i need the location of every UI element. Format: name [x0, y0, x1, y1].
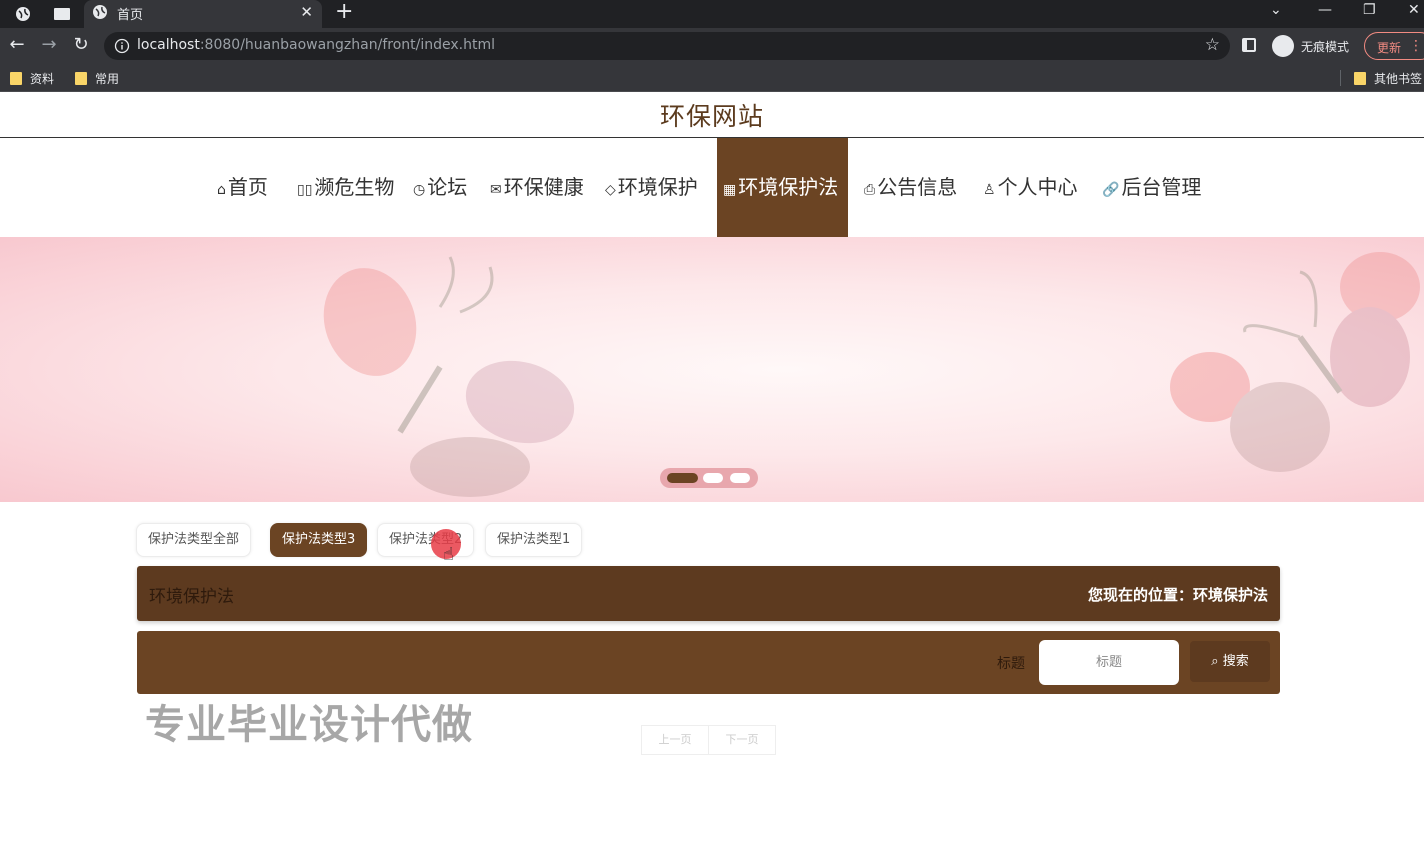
- next-page-button[interactable]: 下一页: [708, 726, 775, 754]
- browser-toolbar: ← → ↻ localhost:8080/huanbaowangzhan/fro…: [0, 28, 1424, 64]
- tab-close-icon[interactable]: ✕: [300, 3, 313, 21]
- nav-home[interactable]: ⌂ 首页: [217, 138, 268, 237]
- search-bar: 标题 ⌕ 搜索: [137, 631, 1280, 694]
- tab-favicon-icon: [92, 4, 110, 22]
- new-tab-icon[interactable]: +: [335, 0, 353, 24]
- carousel-indicators: [660, 468, 758, 488]
- filter-type-1[interactable]: 保护法类型1: [485, 523, 583, 557]
- tab-search-chevron-icon[interactable]: ⌄: [1270, 2, 1282, 18]
- filter-all[interactable]: 保护法类型全部: [136, 523, 252, 557]
- browser-tab-strip: 首页 ✕ + ⌄ — ❐ ✕: [0, 0, 1424, 28]
- search-button-label: 搜索: [1222, 654, 1249, 669]
- butterfly-illustration: [323, 252, 1420, 497]
- section-title: 环境保护法: [149, 587, 234, 607]
- prev-page-button[interactable]: 上一页: [642, 726, 708, 754]
- current-location: 您现在的位置：环境保护法: [1087, 586, 1268, 604]
- back-icon[interactable]: ←: [6, 34, 28, 56]
- browser-globe-icon[interactable]: [13, 4, 33, 24]
- main-nav: ⌂ 首页 ▯▯ 濒危生物 ◷ 论坛 ✉ 环保健康 ◇ 环境保护 ▦ 环境保护法 ⎙ 公告信息 …: [0, 138, 1424, 237]
- carousel-dot-1[interactable]: [667, 473, 698, 483]
- side-panel-icon[interactable]: [1242, 38, 1256, 52]
- bookmarks-bar: 资料 常用 其他书签: [0, 64, 1424, 92]
- nav-env-law[interactable]: ▦ 环境保护法: [717, 138, 848, 237]
- tab-title: 首页: [117, 8, 144, 23]
- nav-forum[interactable]: ◷ 论坛: [413, 138, 467, 237]
- species-icon: ▯▯: [297, 182, 313, 198]
- search-button[interactable]: ⌕ 搜索: [1190, 641, 1270, 682]
- nav-label: 首页: [227, 175, 268, 199]
- nav-announcements[interactable]: ⎙ 公告信息: [864, 138, 957, 237]
- folder-icon: [1354, 72, 1366, 85]
- nav-endangered-species[interactable]: ▯▯ 濒危生物: [297, 138, 394, 237]
- update-label: 更新: [1377, 41, 1402, 55]
- nav-label: 濒危生物: [314, 175, 395, 199]
- carousel-dot-3[interactable]: [730, 473, 750, 483]
- nav-label: 个人中心: [997, 175, 1078, 199]
- url-path: :8080/huanbaowangzhan/front/index.html: [199, 37, 495, 53]
- printer-icon: ⎙: [864, 182, 876, 198]
- hand-cursor-icon: ☝: [443, 544, 454, 565]
- bookmarks-separator: [1340, 70, 1341, 86]
- search-input[interactable]: [1039, 640, 1179, 685]
- forum-icon: ◷: [413, 182, 426, 198]
- bookmark-label: 资料: [30, 72, 55, 86]
- watermark-text: 专业毕业设计代做: [145, 702, 473, 748]
- pagination: 上一页 下一页: [641, 725, 776, 755]
- nav-eco-health[interactable]: ✉ 环保健康: [490, 138, 584, 237]
- active-tab[interactable]: 首页 ✕: [84, 0, 322, 28]
- folder-icon: [10, 72, 22, 85]
- nav-env-protection[interactable]: ◇ 环境保护: [605, 138, 698, 237]
- reload-icon[interactable]: ↻: [70, 34, 92, 56]
- tag-icon: ◇: [605, 182, 616, 198]
- tab-overview-icon[interactable]: [52, 4, 72, 24]
- nav-label: 论坛: [427, 175, 468, 199]
- bookmark-folder-changyong[interactable]: 常用: [75, 70, 119, 87]
- site-title: 环保网站: [659, 102, 764, 131]
- link-icon: 🔗: [1102, 182, 1120, 198]
- other-bookmarks-folder[interactable]: 其他书签: [1354, 70, 1422, 87]
- site-info-icon[interactable]: [114, 38, 130, 54]
- banner-carousel[interactable]: [0, 237, 1424, 502]
- update-button[interactable]: 更新 ⋮: [1364, 32, 1424, 60]
- forward-icon[interactable]: →: [38, 34, 60, 56]
- nav-label: 公告信息: [877, 175, 958, 199]
- url-host: localhost: [137, 37, 200, 53]
- search-label: 标题: [997, 656, 1025, 672]
- site-header: 环保网站: [0, 97, 1424, 138]
- search-icon: ⌕: [1211, 654, 1219, 669]
- carousel-dot-2[interactable]: [703, 473, 723, 483]
- bookmark-star-icon[interactable]: ☆: [1205, 35, 1220, 55]
- bookmark-label: 其他书签: [1374, 72, 1423, 86]
- nav-label: 环境保护: [617, 175, 698, 199]
- nav-label: 后台管理: [1121, 175, 1202, 199]
- nav-user-center[interactable]: ♙ 个人中心: [983, 138, 1078, 237]
- user-icon: ♙: [983, 182, 996, 198]
- url-text: localhost:8080/huanbaowangzhan/front/ind…: [137, 37, 495, 53]
- folder-icon: [75, 72, 87, 85]
- nav-label: 环境保护法: [738, 175, 839, 199]
- nav-admin[interactable]: 🔗 后台管理: [1102, 138, 1201, 237]
- web-page: 环保网站 ⌂ 首页 ▯▯ 濒危生物 ◷ 论坛 ✉ 环保健康 ◇ 环境保护 ▦ 环境保护法 ⎙…: [0, 92, 1424, 848]
- address-bar[interactable]: localhost:8080/huanbaowangzhan/front/ind…: [104, 32, 1230, 60]
- nav-label: 环保健康: [503, 175, 584, 199]
- bookmark-folder-ziliao[interactable]: 资料: [10, 70, 54, 87]
- more-menu-icon[interactable]: ⋮: [1409, 38, 1423, 54]
- restore-icon[interactable]: ❐: [1363, 2, 1376, 18]
- filter-type-3[interactable]: 保护法类型3: [270, 523, 368, 557]
- close-window-icon[interactable]: ✕: [1408, 2, 1420, 18]
- law-icon: ▦: [723, 182, 737, 198]
- bookmark-label: 常用: [95, 72, 120, 86]
- breadcrumb: 环境保护法 您现在的位置：环境保护法: [137, 566, 1280, 621]
- incognito-icon[interactable]: [1272, 35, 1294, 57]
- minimize-icon[interactable]: —: [1318, 2, 1332, 18]
- incognito-label: 无痕模式: [1301, 40, 1350, 54]
- mail-icon: ✉: [490, 182, 502, 198]
- home-icon: ⌂: [217, 182, 226, 198]
